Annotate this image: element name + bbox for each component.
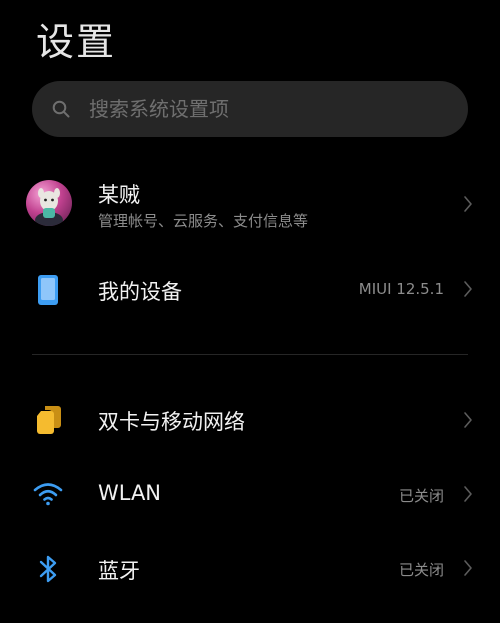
wlan-row[interactable]: WLAN 已关闭 bbox=[0, 464, 500, 524]
divider bbox=[32, 354, 468, 355]
page-title: 设置 bbox=[36, 20, 117, 64]
account-subtitle: 管理帐号、云服务、支付信息等 bbox=[98, 212, 309, 230]
dual-sim-label: 双卡与移动网络 bbox=[98, 410, 245, 434]
search-bar[interactable] bbox=[32, 81, 468, 137]
account-name: 某贼 bbox=[98, 183, 140, 207]
miui-version: MIUI 12.5.1 bbox=[358, 280, 444, 298]
account-row[interactable]: 某贼 管理帐号、云服务、支付信息等 bbox=[0, 165, 500, 243]
search-input[interactable] bbox=[89, 81, 449, 137]
phone-icon bbox=[38, 275, 58, 305]
wlan-label: WLAN bbox=[98, 481, 162, 505]
wifi-icon bbox=[33, 483, 63, 506]
chevron-right-icon bbox=[464, 560, 472, 576]
chevron-right-icon bbox=[464, 412, 472, 428]
my-device-label: 我的设备 bbox=[98, 280, 182, 304]
bluetooth-row[interactable]: 蓝牙 已关闭 bbox=[0, 538, 500, 598]
bluetooth-status: 已关闭 bbox=[398, 561, 444, 579]
my-device-row[interactable]: 我的设备 MIUI 12.5.1 bbox=[0, 260, 500, 320]
search-icon bbox=[52, 100, 70, 118]
sim-card-icon bbox=[37, 406, 61, 434]
chevron-right-icon bbox=[464, 196, 472, 212]
chevron-right-icon bbox=[464, 486, 472, 502]
avatar bbox=[26, 180, 72, 226]
wlan-status: 已关闭 bbox=[398, 487, 444, 505]
bluetooth-icon bbox=[39, 555, 57, 583]
bluetooth-label: 蓝牙 bbox=[98, 559, 140, 583]
chevron-right-icon bbox=[464, 281, 472, 297]
dual-sim-row[interactable]: 双卡与移动网络 bbox=[0, 390, 500, 450]
